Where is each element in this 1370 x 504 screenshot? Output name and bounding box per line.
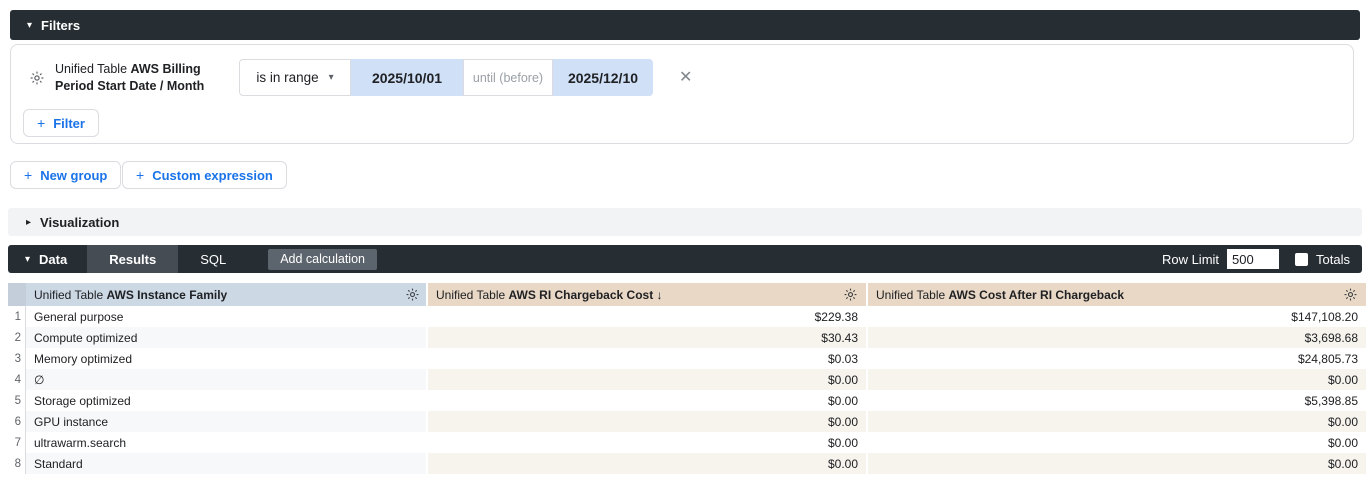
table-row: 6GPU instance$0.00$0.00	[8, 411, 1366, 432]
column-header-label: Unified Table AWS Instance Family	[34, 288, 227, 302]
filter-until-date-input[interactable]: until (before)	[463, 59, 553, 96]
chevron-down-icon: ▾	[329, 72, 334, 83]
column-header-label: Unified Table AWS RI Chargeback Cost ↓	[436, 288, 663, 302]
cell-cost-after-ri-chargeback[interactable]: $0.00	[868, 432, 1366, 453]
cell-instance-family[interactable]: GPU instance	[26, 411, 426, 432]
cell-cost-after-ri-chargeback[interactable]: $0.00	[868, 411, 1366, 432]
gear-icon[interactable]	[405, 287, 420, 302]
plus-icon: +	[24, 167, 32, 183]
cell-cost-after-ri-chargeback[interactable]: $3,698.68	[868, 327, 1366, 348]
cell-cost-after-ri-chargeback[interactable]: $24,805.73	[868, 348, 1366, 369]
add-calculation-button[interactable]: Add calculation	[268, 249, 377, 270]
filter-row: Unified Table AWS Billing Period Start D…	[29, 59, 692, 96]
cell-ri-chargeback-cost[interactable]: $0.00	[428, 369, 866, 390]
table-header-row: Unified Table AWS Instance Family Unifie…	[8, 283, 1366, 306]
cell-ri-chargeback-cost[interactable]: $0.00	[428, 390, 866, 411]
visualization-section-title: Visualization	[40, 215, 119, 230]
row-number: 1	[8, 306, 26, 327]
data-section-toggle[interactable]: ▾ Data	[8, 252, 87, 267]
totals-label: Totals	[1316, 252, 1350, 267]
chevron-right-icon: ▸	[26, 217, 31, 228]
table-row: 3Memory optimized$0.03$24,805.73	[8, 348, 1366, 369]
data-bar-right: Row Limit Totals	[1162, 249, 1362, 269]
cell-cost-after-ri-chargeback[interactable]: $147,108.20	[868, 306, 1366, 327]
cell-ri-chargeback-cost[interactable]: $0.03	[428, 348, 866, 369]
filter-operator-select[interactable]: is in range ▾	[239, 59, 351, 96]
table-body: 1General purpose$229.38$147,108.202Compu…	[8, 306, 1366, 474]
filter-end-date-input[interactable]: 2025/12/10	[553, 59, 653, 96]
cell-cost-after-ri-chargeback[interactable]: $0.00	[868, 369, 1366, 390]
cell-ri-chargeback-cost[interactable]: $0.00	[428, 432, 866, 453]
gear-icon[interactable]	[843, 287, 858, 302]
column-header-label: Unified Table AWS Cost After RI Chargeba…	[876, 288, 1124, 302]
row-number: 4	[8, 369, 26, 390]
filters-section-header[interactable]: ▾ Filters	[10, 10, 1360, 40]
chevron-down-icon: ▾	[27, 20, 32, 31]
remove-filter-icon[interactable]: ✕	[679, 70, 692, 86]
row-number: 7	[8, 432, 26, 453]
row-number-header	[8, 283, 26, 306]
row-number: 5	[8, 390, 26, 411]
data-section-header: ▾ Data Results SQL Add calculation Row L…	[8, 245, 1362, 273]
filter-start-date-input[interactable]: 2025/10/01	[351, 59, 463, 96]
tab-results[interactable]: Results	[87, 245, 178, 273]
gear-icon[interactable]	[29, 70, 45, 86]
column-header-instance-family[interactable]: Unified Table AWS Instance Family	[26, 283, 426, 306]
visualization-section-header[interactable]: ▸ Visualization	[8, 208, 1362, 236]
add-filter-button[interactable]: + Filter	[23, 109, 99, 137]
cell-instance-family[interactable]: Standard	[26, 453, 426, 474]
table-row: 1General purpose$229.38$147,108.20	[8, 306, 1366, 327]
filter-field-prefix: Unified Table	[55, 62, 131, 76]
chevron-down-icon: ▾	[25, 254, 30, 265]
new-group-label: New group	[40, 168, 107, 183]
cell-instance-family[interactable]: Memory optimized	[26, 348, 426, 369]
plus-icon: +	[37, 115, 45, 131]
cell-ri-chargeback-cost[interactable]: $0.00	[428, 453, 866, 474]
results-table: Unified Table AWS Instance Family Unifie…	[8, 283, 1366, 474]
gear-icon[interactable]	[1343, 287, 1358, 302]
new-group-button[interactable]: + New group	[10, 161, 121, 189]
row-number: 6	[8, 411, 26, 432]
row-number: 2	[8, 327, 26, 348]
table-row: 8Standard$0.00$0.00	[8, 453, 1366, 474]
custom-expression-button[interactable]: + Custom expression	[122, 161, 287, 189]
cell-ri-chargeback-cost[interactable]: $30.43	[428, 327, 866, 348]
plus-icon: +	[136, 167, 144, 183]
filter-panel: Unified Table AWS Billing Period Start D…	[10, 44, 1354, 144]
cell-ri-chargeback-cost[interactable]: $229.38	[428, 306, 866, 327]
row-limit-input[interactable]	[1227, 249, 1279, 269]
column-header-cost-after-ri-chargeback[interactable]: Unified Table AWS Cost After RI Chargeba…	[868, 283, 1366, 306]
table-row: 4∅$0.00$0.00	[8, 369, 1366, 390]
filters-section-title: Filters	[41, 18, 80, 33]
row-number: 3	[8, 348, 26, 369]
sort-descending-icon: ↓	[653, 288, 662, 302]
cell-instance-family[interactable]: ∅	[26, 369, 426, 390]
filter-operator-value: is in range	[256, 70, 318, 85]
data-section-title: Data	[39, 252, 67, 267]
cell-instance-family[interactable]: ultrawarm.search	[26, 432, 426, 453]
cell-instance-family[interactable]: Compute optimized	[26, 327, 426, 348]
table-row: 2Compute optimized$30.43$3,698.68	[8, 327, 1366, 348]
add-filter-label: Filter	[53, 116, 85, 131]
cell-cost-after-ri-chargeback[interactable]: $5,398.85	[868, 390, 1366, 411]
custom-expression-label: Custom expression	[152, 168, 273, 183]
row-limit-label: Row Limit	[1162, 252, 1219, 267]
column-header-ri-chargeback-cost[interactable]: Unified Table AWS RI Chargeback Cost ↓	[428, 283, 866, 306]
cell-ri-chargeback-cost[interactable]: $0.00	[428, 411, 866, 432]
table-row: 7ultrawarm.search$0.00$0.00	[8, 432, 1366, 453]
row-number: 8	[8, 453, 26, 474]
totals-checkbox[interactable]	[1295, 253, 1308, 266]
cell-instance-family[interactable]: Storage optimized	[26, 390, 426, 411]
table-row: 5Storage optimized$0.00$5,398.85	[8, 390, 1366, 411]
filter-field-label: Unified Table AWS Billing Period Start D…	[55, 61, 231, 95]
tab-sql[interactable]: SQL	[178, 245, 248, 273]
cell-cost-after-ri-chargeback[interactable]: $0.00	[868, 453, 1366, 474]
cell-instance-family[interactable]: General purpose	[26, 306, 426, 327]
